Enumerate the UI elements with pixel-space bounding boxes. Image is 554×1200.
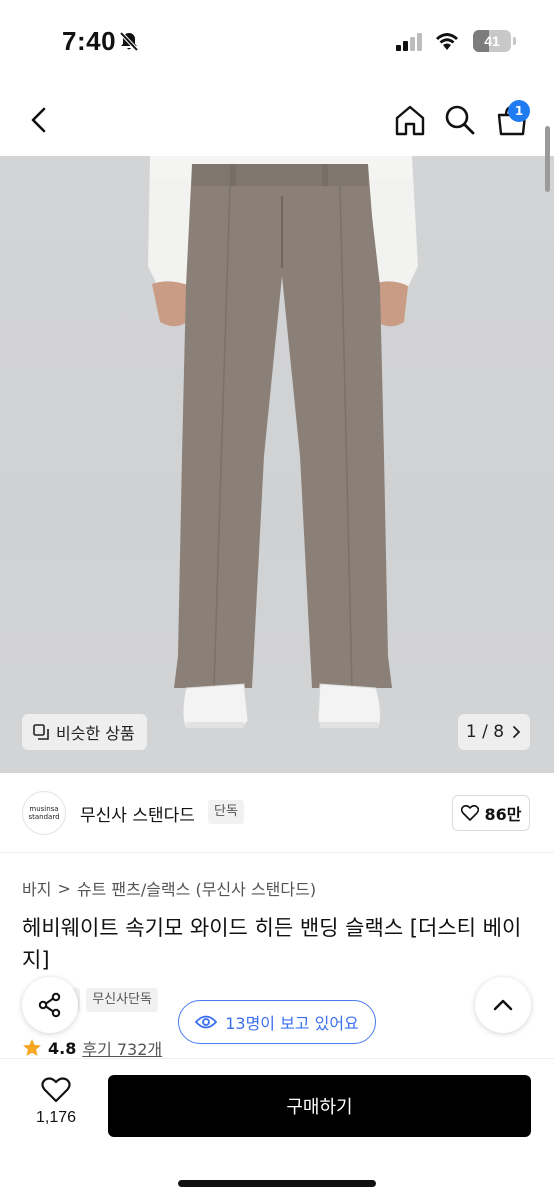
heart-outline-icon xyxy=(460,805,479,821)
viewers-count-text: 13명이 보고 있어요 xyxy=(225,1014,359,1033)
bell-slash-icon xyxy=(119,31,139,52)
product-tag-exclusive: 무신사단독 xyxy=(86,988,158,1012)
product-title: 헤비웨이트 속기모 와이드 히든 밴딩 슬랙스 [더스티 베이지] xyxy=(22,916,522,972)
buy-button[interactable]: 구매하기 xyxy=(108,1075,531,1137)
star-icon xyxy=(23,1039,41,1056)
heart-icon xyxy=(41,1077,71,1103)
scrollbar[interactable] xyxy=(545,126,550,192)
rating-score: 4.8 xyxy=(48,1038,77,1058)
share-button[interactable] xyxy=(22,977,78,1033)
wishlist-button[interactable]: 1,176 xyxy=(26,1077,86,1141)
cart-count-badge: 1 xyxy=(508,100,530,122)
brand-row: musinsa standard 무신사 스탠다드 단독 86만 xyxy=(0,773,554,853)
wifi-icon xyxy=(436,33,458,50)
breadcrumb: 바지 > 슈트 팬츠/슬랙스 (무신사 스탠다드) xyxy=(22,876,316,900)
chevron-right-icon xyxy=(513,726,521,738)
product-image-carousel[interactable] xyxy=(0,156,554,773)
battery-tip xyxy=(513,37,516,45)
status-bar: 7:40 41 xyxy=(0,0,554,86)
brand-logo[interactable]: musinsa standard xyxy=(22,791,66,835)
brand-name-link[interactable]: 무신사 스탠다드 xyxy=(80,801,195,826)
battery-icon: 41 xyxy=(473,30,511,52)
signal-icon xyxy=(396,33,422,51)
similar-products-button[interactable]: 비슷한 상품 xyxy=(22,714,147,750)
battery-level: 41 xyxy=(484,33,500,49)
product-photo xyxy=(148,156,418,729)
back-icon[interactable] xyxy=(22,102,58,138)
breadcrumb-separator: > xyxy=(57,878,71,898)
breadcrumb-category[interactable]: 슈트 팬츠/슬랙스 (무신사 스탠다드) xyxy=(77,876,316,900)
similar-products-label: 비슷한 상품 xyxy=(56,724,135,743)
review-count-link[interactable]: 후기 732개 xyxy=(82,1036,162,1060)
share-icon xyxy=(38,992,61,1018)
brand-logo-line2: standard xyxy=(28,813,60,821)
search-icon[interactable] xyxy=(442,102,478,138)
brand-like-button[interactable]: 86만 xyxy=(452,795,530,831)
eye-icon xyxy=(195,1015,218,1029)
brand-exclusive-tag: 단독 xyxy=(208,800,244,824)
bottom-action-bar: 1,176 구매하기 xyxy=(0,1058,554,1200)
home-icon[interactable] xyxy=(392,102,428,138)
image-counter-button[interactable]: 1 / 8 xyxy=(458,714,530,750)
viewers-count-pill: 13명이 보고 있어요 xyxy=(178,1000,376,1044)
status-time: 7:40 xyxy=(62,26,117,56)
top-nav-bar xyxy=(0,86,554,156)
wishlist-count: 1,176 xyxy=(35,1109,77,1126)
chevron-up-icon xyxy=(493,999,513,1011)
brand-like-count: 86만 xyxy=(484,805,522,824)
brand-logo-line1: musinsa xyxy=(29,805,59,813)
similar-products-icon xyxy=(33,724,49,740)
image-counter: 1 / 8 xyxy=(465,722,505,742)
home-indicator xyxy=(178,1180,376,1187)
scroll-to-top-button[interactable] xyxy=(475,977,531,1033)
rating-row: 4.8 후기 732개 xyxy=(22,1036,162,1060)
breadcrumb-root[interactable]: 바지 xyxy=(22,876,51,900)
